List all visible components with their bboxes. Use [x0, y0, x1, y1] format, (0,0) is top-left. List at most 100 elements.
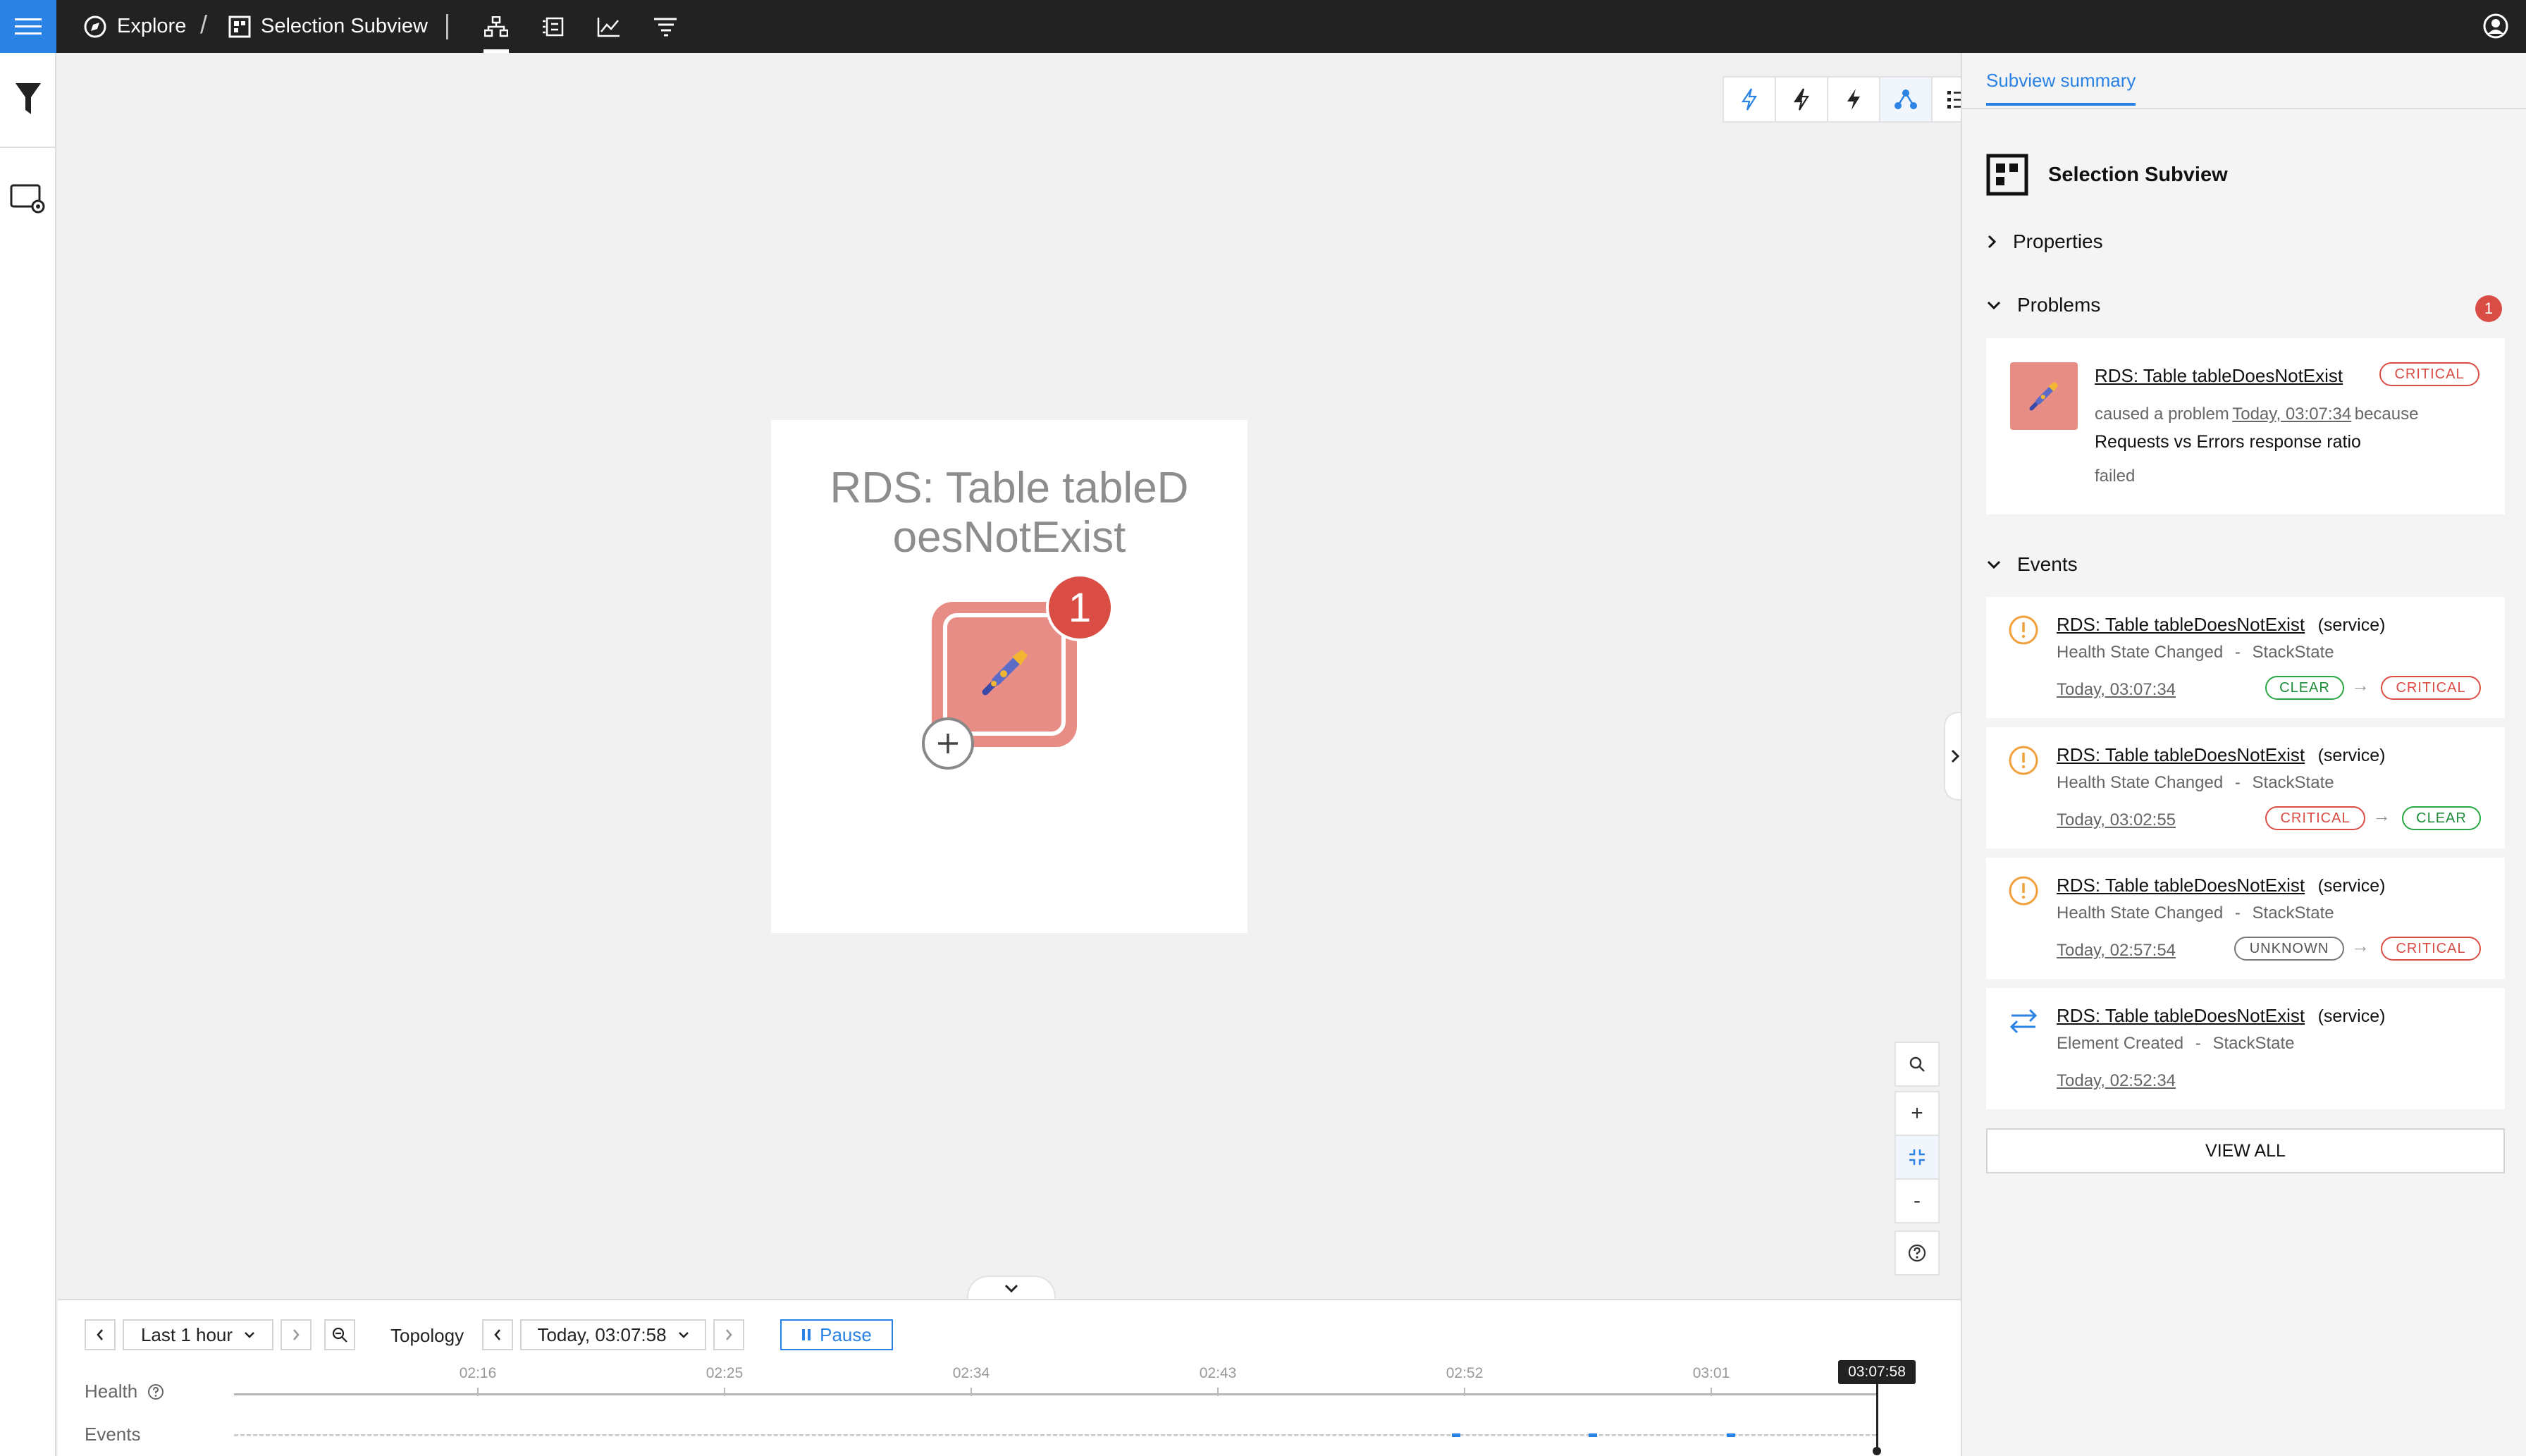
- event-component-link[interactable]: RDS: Table tableDoesNotExist: [2057, 614, 2305, 635]
- state-arrow: →: [2372, 805, 2391, 826]
- event-item[interactable]: RDS: Table tableDoesNotExist (service) E…: [1986, 988, 2505, 1109]
- event-component-type: (service): [2317, 746, 2386, 765]
- range-forward-button[interactable]: [281, 1319, 312, 1350]
- user-account-button[interactable]: [2482, 13, 2509, 43]
- root-cause-all-button[interactable]: [1827, 76, 1880, 123]
- view-all-events-button[interactable]: VIEW ALL: [1986, 1128, 2505, 1173]
- event-source: StackState: [2252, 643, 2334, 662]
- topology-canvas[interactable]: RDS: Table tableD oesNotExist 1 + -: [58, 53, 1985, 1300]
- pause-button[interactable]: Pause: [780, 1319, 893, 1350]
- breadcrumb-explore[interactable]: Explore: [83, 0, 186, 53]
- warning-circle-icon: [2009, 876, 2038, 906]
- tab-subview-summary[interactable]: Subview summary: [1986, 70, 2136, 106]
- events-view-tab[interactable]: [533, 0, 572, 53]
- event-component-type: (service): [2317, 876, 2386, 896]
- time-range-select[interactable]: Last 1 hour: [123, 1319, 273, 1350]
- fit-to-screen-button[interactable]: [1894, 1135, 1940, 1180]
- metrics-view-tab[interactable]: [589, 0, 629, 53]
- problem-count-badge: 1: [1046, 574, 1114, 641]
- event-marker[interactable]: [1589, 1433, 1597, 1437]
- event-item[interactable]: RDS: Table tableDoesNotExist (service) H…: [1986, 727, 2505, 849]
- events-row-label: Events: [85, 1424, 141, 1445]
- fit-screen-icon: [1909, 1149, 1925, 1165]
- event-title: RDS: Table tableDoesNotExist (service): [2057, 744, 2385, 766]
- event-separator: -: [2234, 903, 2241, 923]
- timeline-tick-label: 02:34: [952, 1365, 990, 1381]
- graph-layout-button[interactable]: [1879, 76, 1933, 123]
- properties-section-toggle[interactable]: Properties: [1986, 230, 2103, 253]
- search-icon: [1909, 1056, 1925, 1072]
- root-cause-probable-button[interactable]: [1775, 76, 1828, 123]
- chevron-right-icon: [1988, 235, 1997, 249]
- topology-view-tab[interactable]: [476, 0, 516, 53]
- component-node-card[interactable]: RDS: Table tableD oesNotExist 1: [771, 420, 1247, 933]
- event-time-link[interactable]: Today, 03:07:34: [2057, 680, 2176, 700]
- event-time-link[interactable]: Today, 03:02:55: [2057, 810, 2176, 830]
- root-cause-none-button[interactable]: [1723, 76, 1776, 123]
- event-time-link[interactable]: Today, 02:52:34: [2057, 1071, 2176, 1091]
- chevron-down-icon: [678, 1332, 689, 1338]
- warning-circle-icon: [2009, 746, 2038, 775]
- event-title: RDS: Table tableDoesNotExist (service): [2057, 1005, 2385, 1027]
- problem-time-link[interactable]: Today, 03:07:34: [2232, 405, 2351, 424]
- breadcrumb-view[interactable]: Selection Subview: [228, 0, 428, 53]
- events-timeline-track[interactable]: [234, 1434, 1876, 1436]
- swap-arrows-icon: [2009, 1008, 2038, 1034]
- rail-separator: [0, 147, 56, 148]
- event-details: Element Created - StackState: [2057, 1034, 2295, 1054]
- chevron-right-icon: [1951, 749, 1960, 763]
- event-from-state: CRITICAL: [2265, 806, 2365, 830]
- problem-description: caused a problem Today, 03:07:34 because: [2095, 405, 2418, 424]
- help-control: [1894, 1230, 1940, 1276]
- topology-time-value: Today, 03:07:58: [537, 1324, 667, 1345]
- problem-card[interactable]: RDS: Table tableDoesNotExist CRITICAL ca…: [1986, 338, 2505, 514]
- health-row-label: Health: [85, 1381, 164, 1402]
- topology-time-select[interactable]: Today, 03:07:58: [520, 1319, 706, 1350]
- event-component-link[interactable]: RDS: Table tableDoesNotExist: [2057, 875, 2305, 896]
- topology-time-back-button[interactable]: [482, 1319, 513, 1350]
- breadcrumb-separator: /: [200, 10, 208, 39]
- help-icon: [1908, 1244, 1926, 1262]
- event-marker[interactable]: [1727, 1433, 1735, 1437]
- problem-check-result: failed: [2095, 467, 2136, 486]
- warning-circle-icon: [2009, 615, 2038, 645]
- plus-icon: [938, 734, 958, 753]
- expand-node-button[interactable]: [922, 717, 974, 770]
- event-item[interactable]: RDS: Table tableDoesNotExist (service) H…: [1986, 597, 2505, 718]
- event-time-link[interactable]: Today, 02:57:54: [2057, 941, 2176, 961]
- problems-section-toggle[interactable]: Problems: [1986, 294, 2100, 316]
- help-button[interactable]: [1894, 1230, 1940, 1276]
- event-component-link[interactable]: RDS: Table tableDoesNotExist: [2057, 1005, 2305, 1026]
- time-cursor-handle[interactable]: [1873, 1447, 1881, 1455]
- zoom-out-button[interactable]: -: [1894, 1178, 1940, 1223]
- subview-icon: [228, 16, 251, 37]
- filter-button[interactable]: [0, 58, 56, 140]
- state-arrow: →: [2351, 674, 2370, 696]
- events-section-toggle[interactable]: Events: [1986, 553, 2078, 576]
- problem-text-a: caused a problem: [2095, 405, 2229, 424]
- event-item[interactable]: RDS: Table tableDoesNotExist (service) H…: [1986, 858, 2505, 979]
- collapse-timeline-button[interactable]: [967, 1276, 1056, 1300]
- database-service-icon: [2029, 381, 2059, 411]
- problem-component-link[interactable]: RDS: Table tableDoesNotExist: [2095, 365, 2343, 387]
- zoom-in-button[interactable]: +: [1894, 1091, 1940, 1136]
- event-component-link[interactable]: RDS: Table tableDoesNotExist: [2057, 744, 2305, 765]
- traces-view-tab[interactable]: [646, 0, 685, 53]
- topology-time-forward-button[interactable]: [713, 1319, 744, 1350]
- event-to-state: CLEAR: [2402, 806, 2481, 830]
- lightning-half-icon: [1793, 88, 1809, 111]
- range-back-button[interactable]: [85, 1319, 116, 1350]
- problem-state-badge: CRITICAL: [2379, 362, 2479, 386]
- user-avatar-icon: [2483, 13, 2508, 39]
- search-canvas-button[interactable]: [1894, 1042, 1940, 1087]
- health-timeline-track[interactable]: [234, 1393, 1876, 1395]
- event-details: Health State Changed - StackState: [2057, 643, 2334, 662]
- event-marker[interactable]: [1452, 1433, 1460, 1437]
- left-rail: [0, 53, 56, 1456]
- zoom-out-timeline-button[interactable]: [324, 1319, 355, 1350]
- time-cursor[interactable]: [1876, 1383, 1878, 1451]
- view-settings-button[interactable]: [0, 157, 56, 242]
- main-menu-button[interactable]: [0, 0, 56, 53]
- event-to-state: CRITICAL: [2381, 676, 2481, 700]
- chevron-down-icon: [1987, 560, 2001, 569]
